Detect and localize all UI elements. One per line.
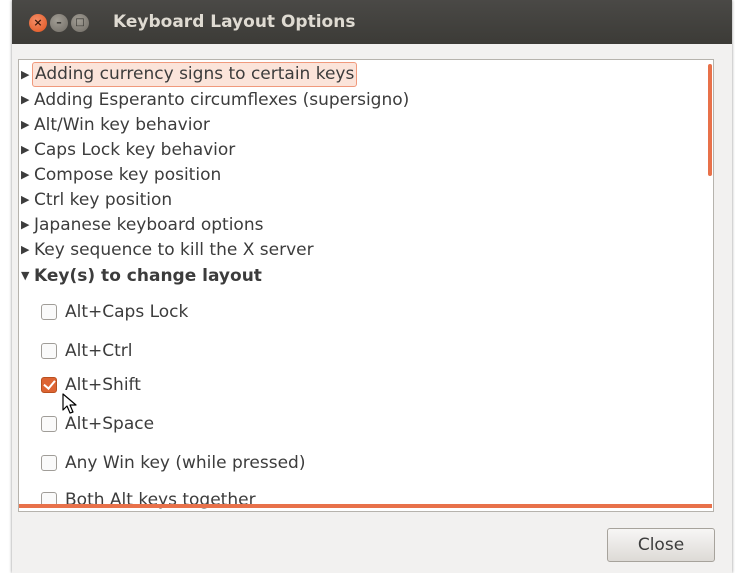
maximize-window-icon[interactable]: □ <box>71 14 89 32</box>
vertical-scrollbar[interactable] <box>708 64 712 176</box>
tree-group-label: Key(s) to change layout <box>34 266 262 286</box>
tree-item-label: Adding currency signs to certain keys <box>32 62 358 87</box>
expander-collapsed-icon[interactable]: ▶ <box>21 238 29 262</box>
window-title: Keyboard Layout Options <box>113 12 356 32</box>
expander-expanded-icon[interactable]: ▼ <box>21 264 29 288</box>
titlebar[interactable]: × – □ Keyboard Layout Options <box>12 0 732 44</box>
tree-item-label: Alt/Win key behavior <box>34 115 210 135</box>
tree-item-label: Caps Lock key behavior <box>34 140 236 160</box>
expander-collapsed-icon[interactable]: ▶ <box>21 163 29 187</box>
checkbox[interactable] <box>41 343 57 359</box>
expander-collapsed-icon[interactable]: ▶ <box>21 213 29 237</box>
tree-item-label: Adding Esperanto circumflexes (supersign… <box>34 90 410 110</box>
expander-collapsed-icon[interactable]: ▶ <box>21 188 29 212</box>
options-tree[interactable]: ▶ Adding currency signs to certain keys … <box>18 59 714 512</box>
checkbox-checked[interactable] <box>41 377 57 393</box>
tree-item-label: Ctrl key position <box>34 190 173 210</box>
expander-collapsed-icon[interactable]: ▶ <box>21 113 29 137</box>
minimize-window-icon[interactable]: – <box>50 14 68 32</box>
checkbox[interactable] <box>41 455 57 471</box>
tree-item-label: Japanese keyboard options <box>34 215 264 235</box>
horizontal-scrollbar[interactable] <box>19 504 712 508</box>
mouse-pointer-icon <box>62 393 77 414</box>
option-label: Both Alt keys together <box>65 490 256 510</box>
expander-collapsed-icon[interactable]: ▶ <box>21 88 29 112</box>
tree-item-label: Key sequence to kill the X server <box>34 240 314 260</box>
option-label: Alt+Ctrl <box>65 341 133 361</box>
option-label: Alt+Caps Lock <box>65 302 189 322</box>
tree-item-label: Compose key position <box>34 165 222 185</box>
checkbox[interactable] <box>41 304 57 320</box>
close-window-icon[interactable]: × <box>29 14 47 32</box>
checkbox[interactable] <box>41 416 57 432</box>
expander-collapsed-icon[interactable]: ▶ <box>21 63 29 87</box>
option-label: Any Win key (while pressed) <box>65 453 306 473</box>
close-button[interactable]: Close <box>607 528 715 562</box>
expander-collapsed-icon[interactable]: ▶ <box>21 138 29 162</box>
